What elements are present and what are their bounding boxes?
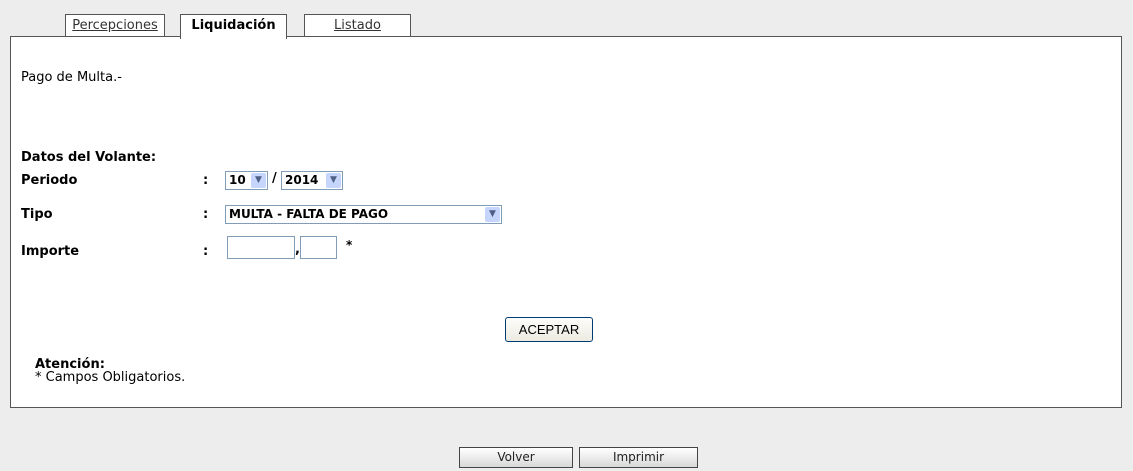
chevron-down-icon[interactable]: ▼ <box>251 173 266 188</box>
periodo-separator: / <box>272 171 277 186</box>
periodo-year-select[interactable]: 2014 ▼ <box>281 171 343 190</box>
importe-label: Importe <box>21 244 80 259</box>
chevron-down-icon[interactable]: ▼ <box>326 173 341 188</box>
periodo-month-select[interactable]: 10 ▼ <box>225 171 268 190</box>
tab-listado[interactable]: Listado <box>304 14 411 37</box>
periodo-month-value: 10 <box>229 173 246 187</box>
main-panel: Pago de Multa.- Datos del Volante: Perio… <box>10 36 1122 408</box>
tipo-label: Tipo <box>21 207 53 222</box>
note-text: * Campos Obligatorios. <box>35 370 186 385</box>
tab-percepciones[interactable]: Percepciones <box>65 14 165 37</box>
periodo-label: Periodo <box>21 173 78 188</box>
tipo-colon: : <box>203 207 209 222</box>
required-mark: * <box>346 238 353 252</box>
section-title: Datos del Volante: <box>21 150 157 165</box>
periodo-year-value: 2014 <box>285 173 319 187</box>
periodo-colon: : <box>203 173 209 188</box>
importe-colon: : <box>203 244 209 259</box>
aceptar-button[interactable]: ACEPTAR <box>505 317 593 342</box>
importe-integer-input[interactable] <box>227 236 295 259</box>
imprimir-button[interactable]: Imprimir <box>579 447 698 468</box>
volver-button[interactable]: Volver <box>459 447 573 468</box>
page-title: Pago de Multa.- <box>21 70 122 85</box>
tipo-select[interactable]: MULTA - FALTA DE PAGO ▼ <box>225 205 502 224</box>
chevron-down-icon[interactable]: ▼ <box>485 207 500 222</box>
importe-decimal-input[interactable] <box>300 236 337 259</box>
tipo-value: MULTA - FALTA DE PAGO <box>229 207 389 221</box>
tab-liquidacion[interactable]: Liquidación <box>180 14 287 39</box>
